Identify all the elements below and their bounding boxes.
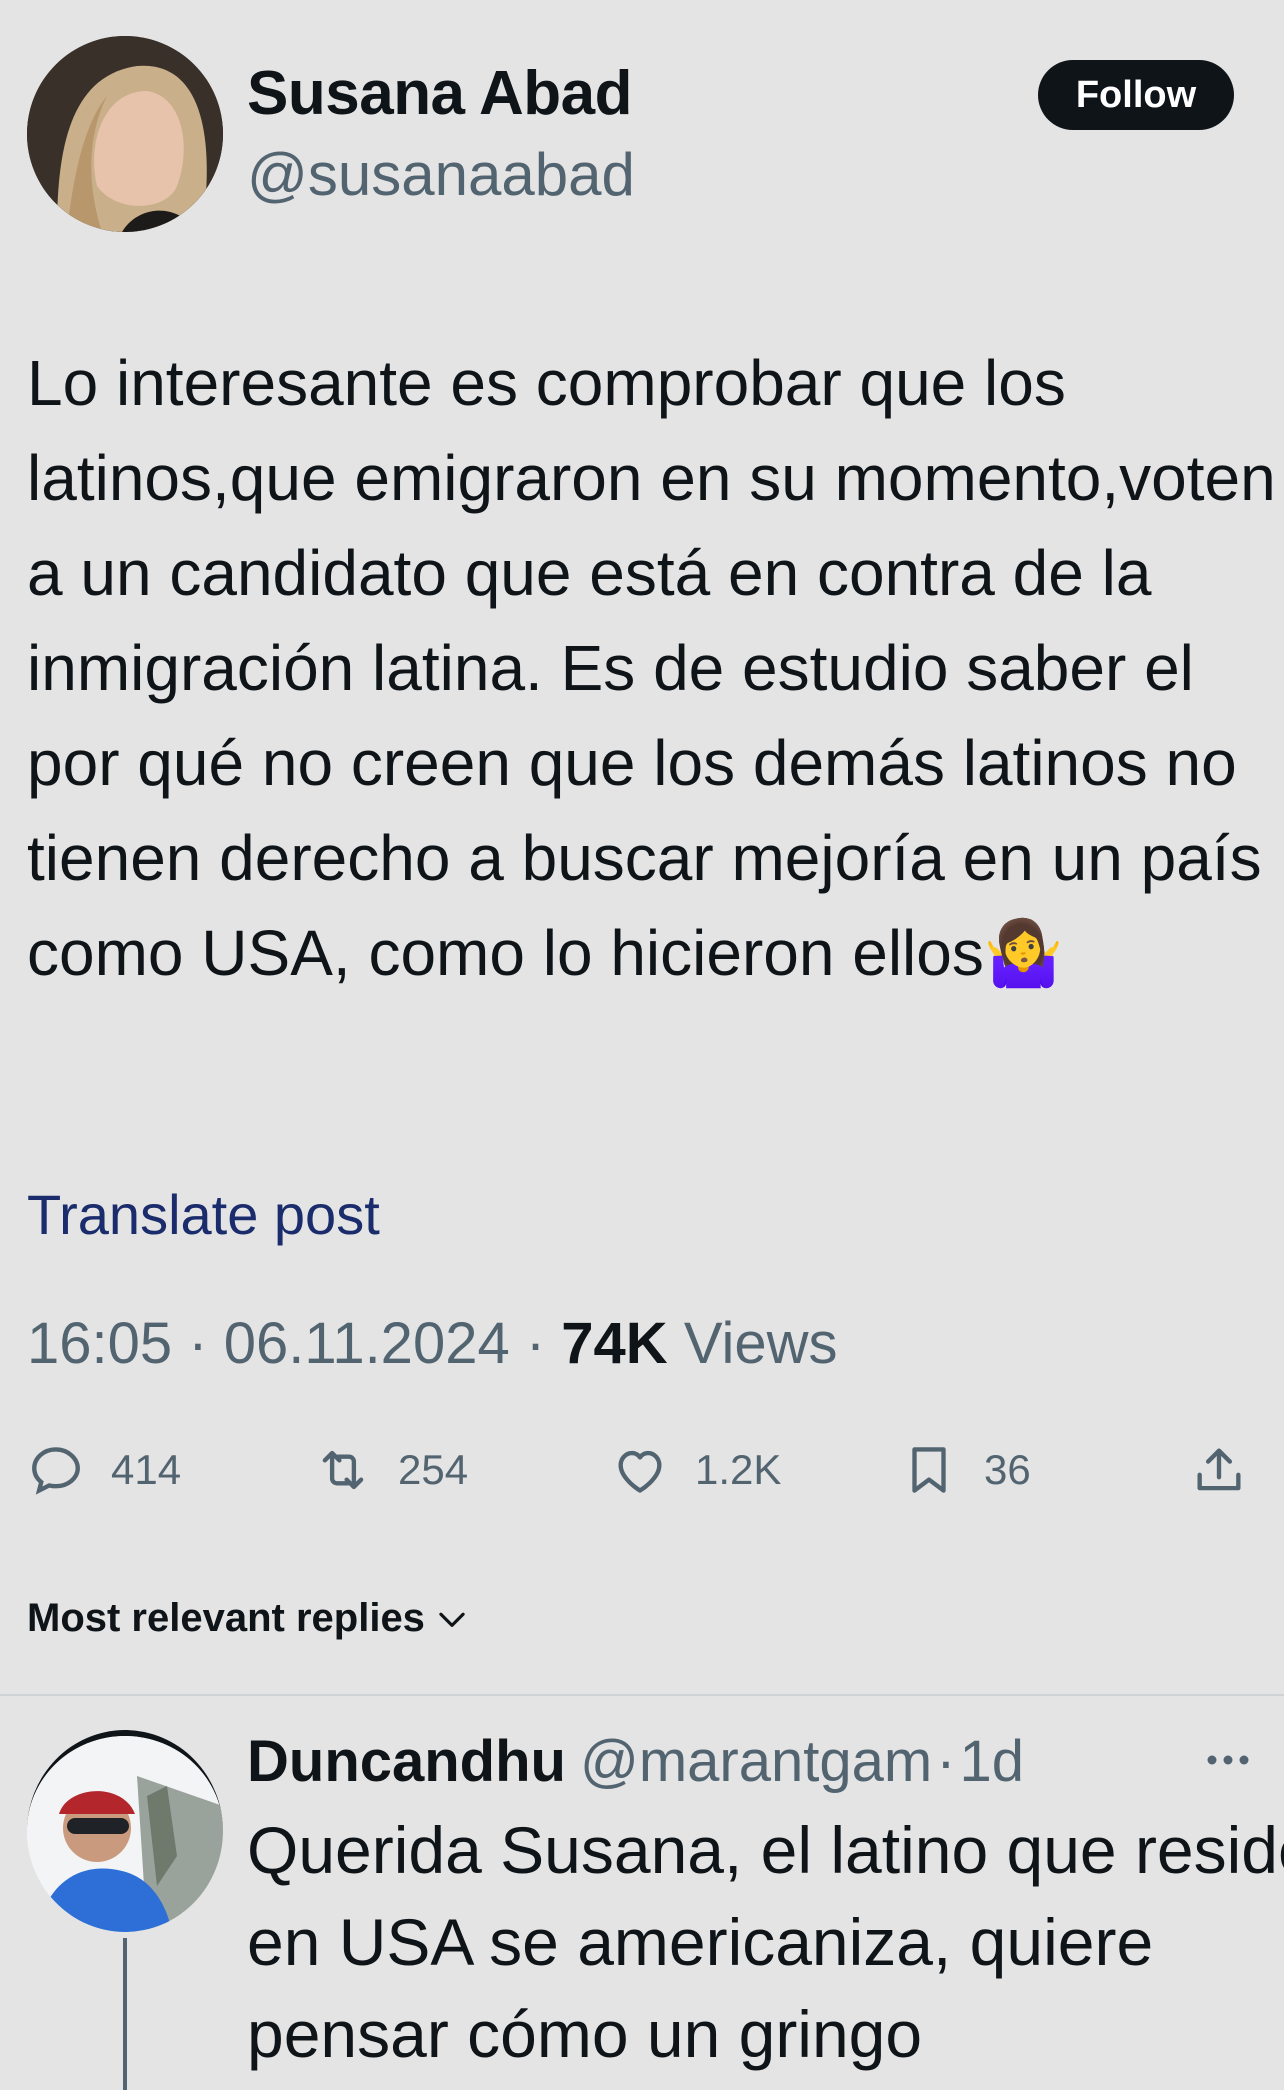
reply-author-name[interactable]: Duncandhu (247, 1728, 566, 1795)
views-count[interactable]: 74K (561, 1311, 667, 1376)
repost-count: 254 (398, 1446, 469, 1493)
translate-post-link[interactable]: Translate post (27, 1182, 380, 1247)
reply-icon (32, 1447, 80, 1495)
reply-header: Duncandhu @marantgam · 1d (247, 1728, 1024, 1795)
sort-label: Most relevant replies (27, 1596, 425, 1640)
repost-icon (322, 1450, 364, 1490)
reply-more-button[interactable] (1204, 1748, 1252, 1777)
author-avatar[interactable] (27, 36, 223, 232)
reply-separator: · (936, 1729, 956, 1794)
author-name[interactable]: Susana Abad (247, 58, 632, 129)
more-icon (1207, 1755, 1249, 1765)
profile-photo (27, 36, 223, 232)
post-time[interactable]: 16:05 (27, 1311, 172, 1376)
reply-count: 414 (111, 1446, 182, 1493)
thread-line (123, 1938, 127, 2090)
post-meta: 16:05 · 06.11.2024 · 74K Views (27, 1310, 838, 1377)
chevron-down-icon (439, 1612, 465, 1627)
reply-text: Querida Susana, el latino que reside en … (247, 1813, 1284, 2071)
post-text: Lo interesante es comprobar que los lati… (27, 347, 1276, 989)
post-date[interactable]: 06.11.2024 (224, 1311, 510, 1376)
like-action[interactable]: 1.2K (611, 1441, 781, 1499)
bookmark-icon (912, 1447, 946, 1493)
share-action[interactable] (1190, 1441, 1248, 1499)
bookmark-action[interactable]: 36 (900, 1441, 1031, 1499)
share-icon (1197, 1448, 1241, 1491)
replies-sort-dropdown[interactable]: Most relevant replies (27, 1596, 471, 1641)
reply-age[interactable]: 1d (960, 1728, 1025, 1795)
follow-button[interactable]: Follow (1038, 60, 1234, 130)
meta-separator: · (525, 1311, 546, 1376)
views-label: Views (683, 1311, 838, 1376)
heart-icon (618, 1450, 662, 1493)
reply-avatar[interactable] (27, 1730, 223, 1932)
reply-author-handle[interactable]: @marantgam (580, 1728, 932, 1795)
repost-action[interactable]: 254 (314, 1441, 468, 1499)
section-divider (0, 1694, 1284, 1696)
meta-separator: · (188, 1311, 208, 1376)
profile-photo (27, 1736, 223, 1932)
author-handle[interactable]: @susanaabad (247, 140, 635, 209)
like-count: 1.2K (695, 1446, 782, 1493)
bookmark-count: 36 (984, 1446, 1031, 1493)
reply-action[interactable]: 414 (27, 1441, 181, 1499)
